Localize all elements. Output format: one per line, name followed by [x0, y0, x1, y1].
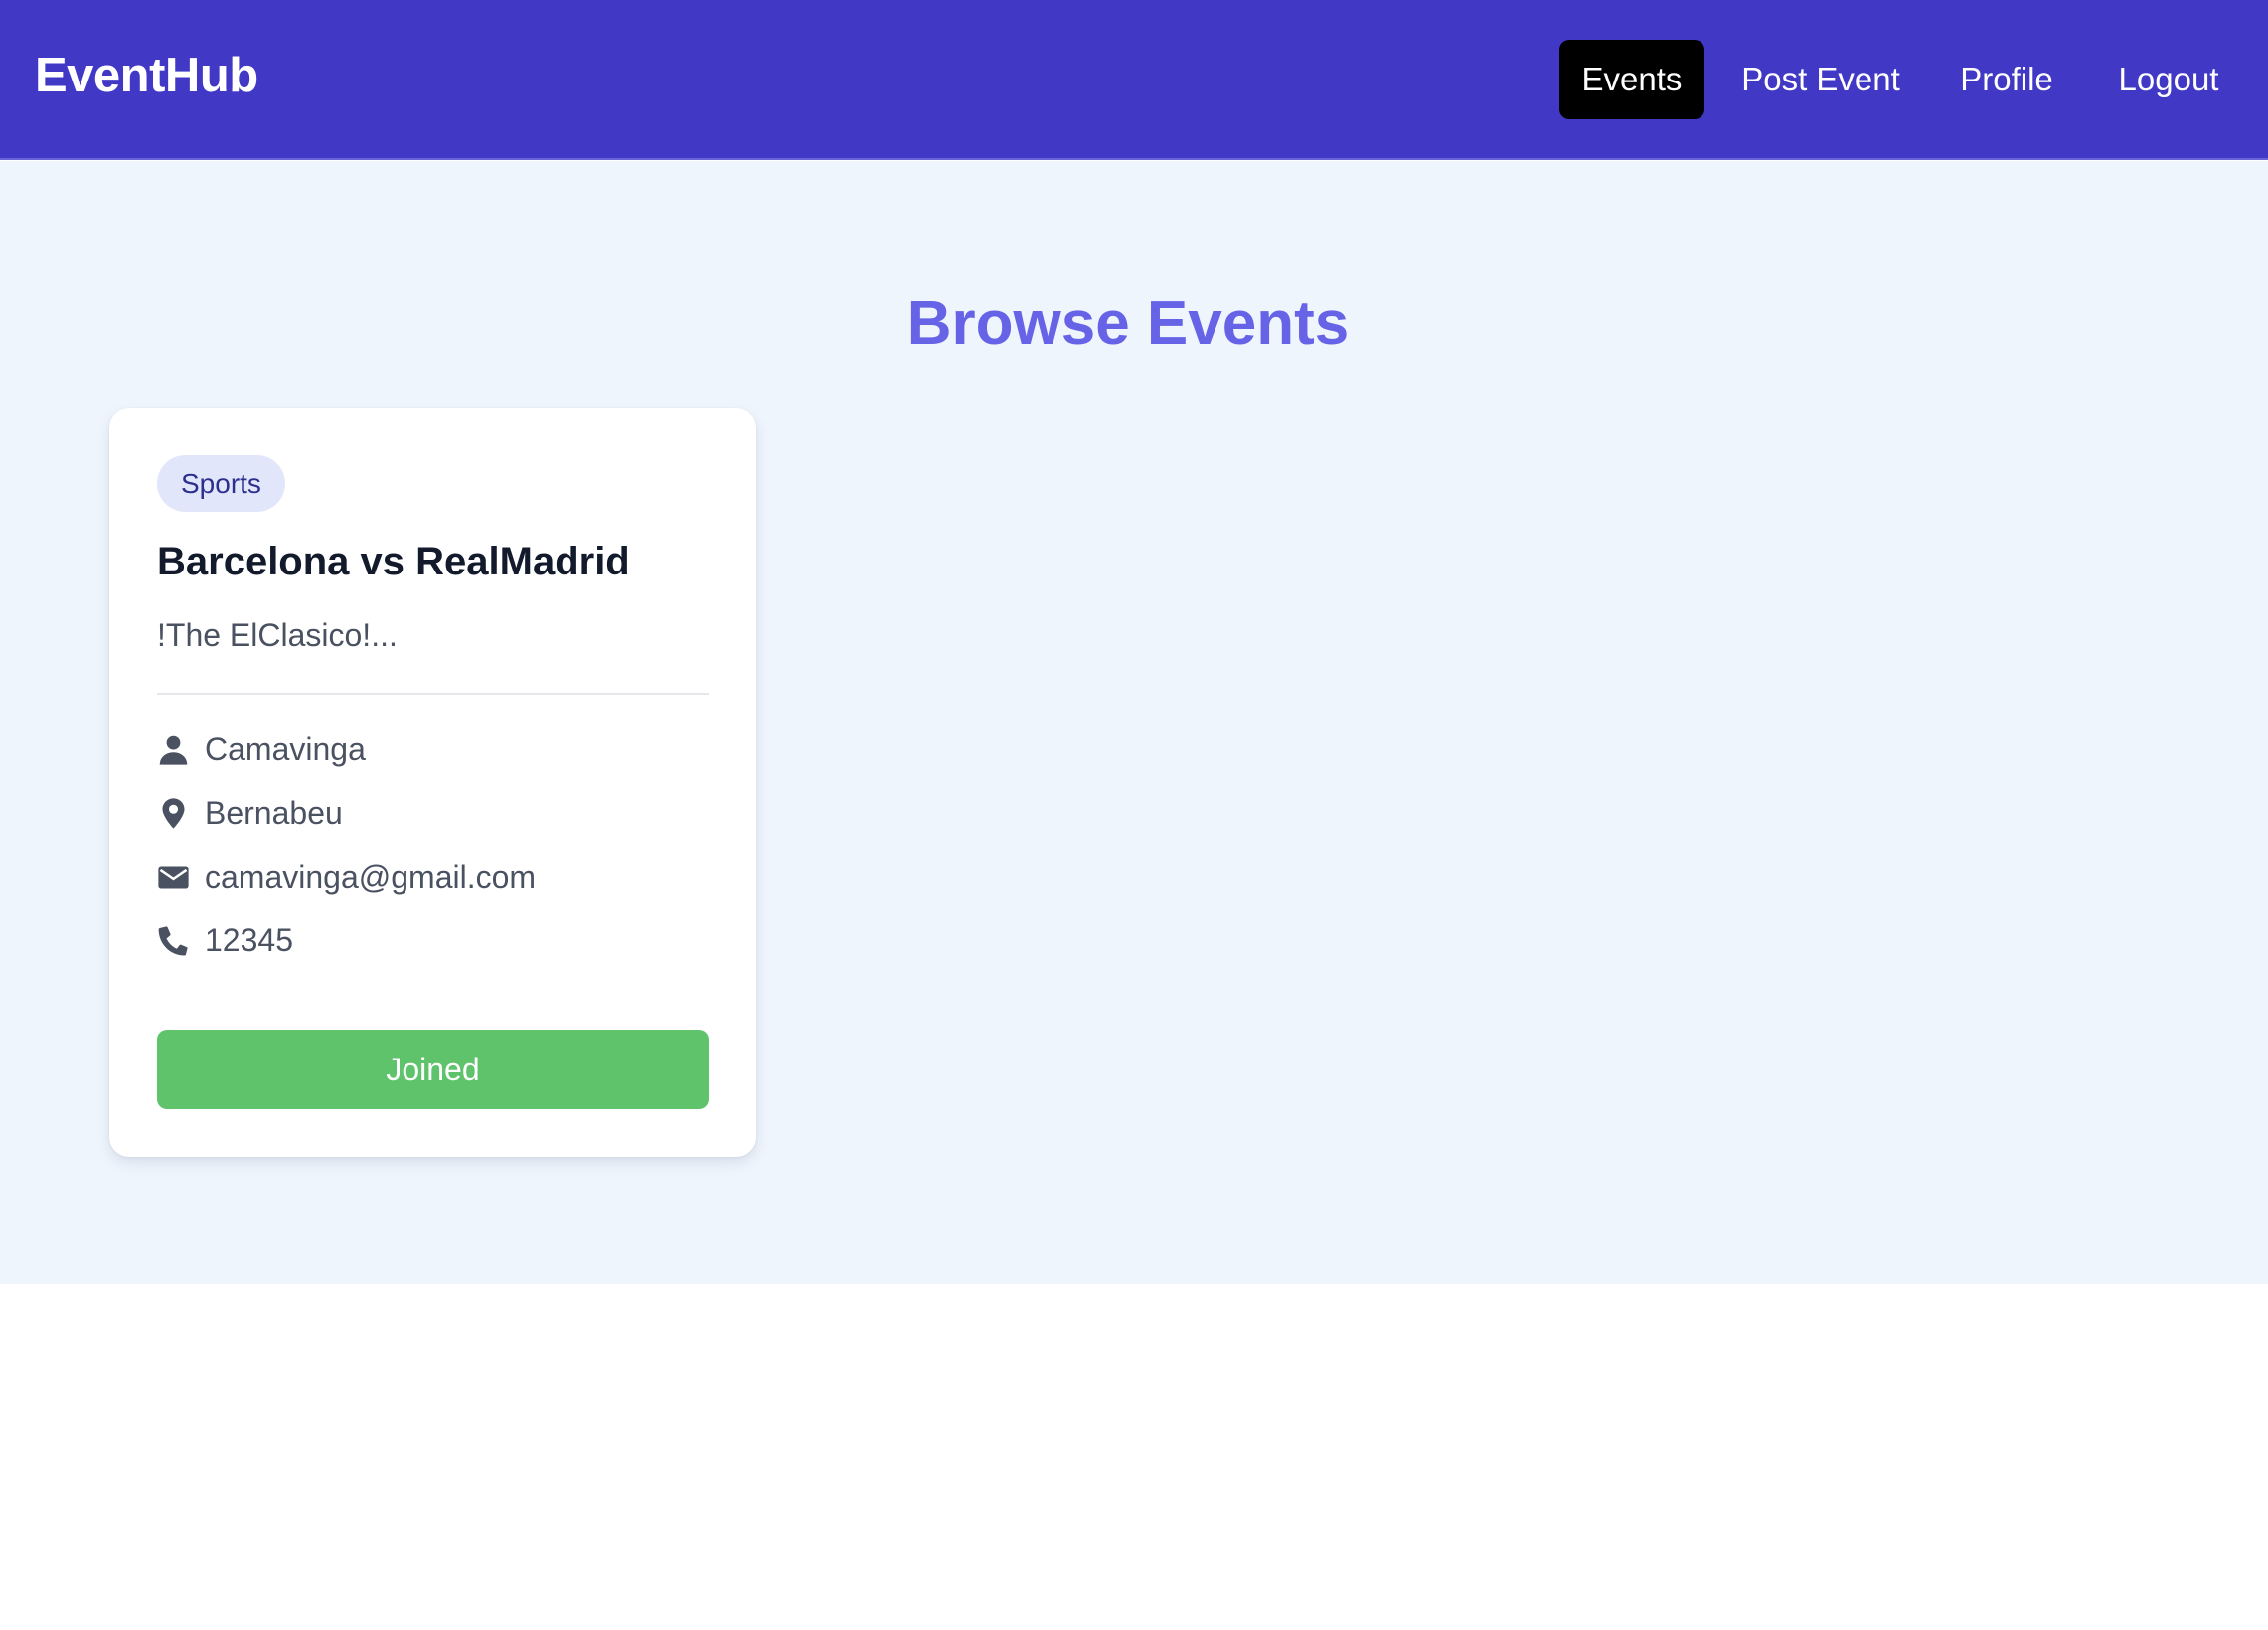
user-icon [157, 734, 190, 766]
contact-email: camavinga@gmail.com [205, 859, 537, 895]
joined-button[interactable]: Joined [157, 1030, 709, 1109]
event-title: Barcelona vs RealMadrid [157, 540, 630, 583]
nav-item-events[interactable]: Events [1559, 40, 1704, 119]
map-pin-icon [157, 797, 190, 830]
contact-phone: 12345 [205, 922, 293, 958]
page-title: Browse Events [906, 289, 1350, 358]
event-card: Sports Barcelona vs RealMadrid !The ElCl… [109, 408, 756, 1157]
card-divider [157, 693, 709, 695]
category-badge: Sports [157, 455, 285, 512]
navbar: EventHub Events Post Event Profile Logou… [0, 0, 2268, 160]
nav-item-logout[interactable]: Logout [2097, 40, 2240, 119]
nav-item-post-event[interactable]: Post Event [1725, 40, 1916, 119]
envelope-icon [157, 861, 190, 894]
phone-icon [157, 924, 190, 957]
brand-logo[interactable]: EventHub [35, 47, 258, 104]
main-content: Browse Events Sports Barcelona vs RealMa… [0, 161, 2268, 1284]
event-location: Bernabeu [205, 795, 343, 831]
organizer-name: Camavinga [205, 732, 366, 767]
nav-item-profile[interactable]: Profile [1944, 40, 2069, 119]
event-description: !The ElClasico!... [157, 617, 398, 653]
